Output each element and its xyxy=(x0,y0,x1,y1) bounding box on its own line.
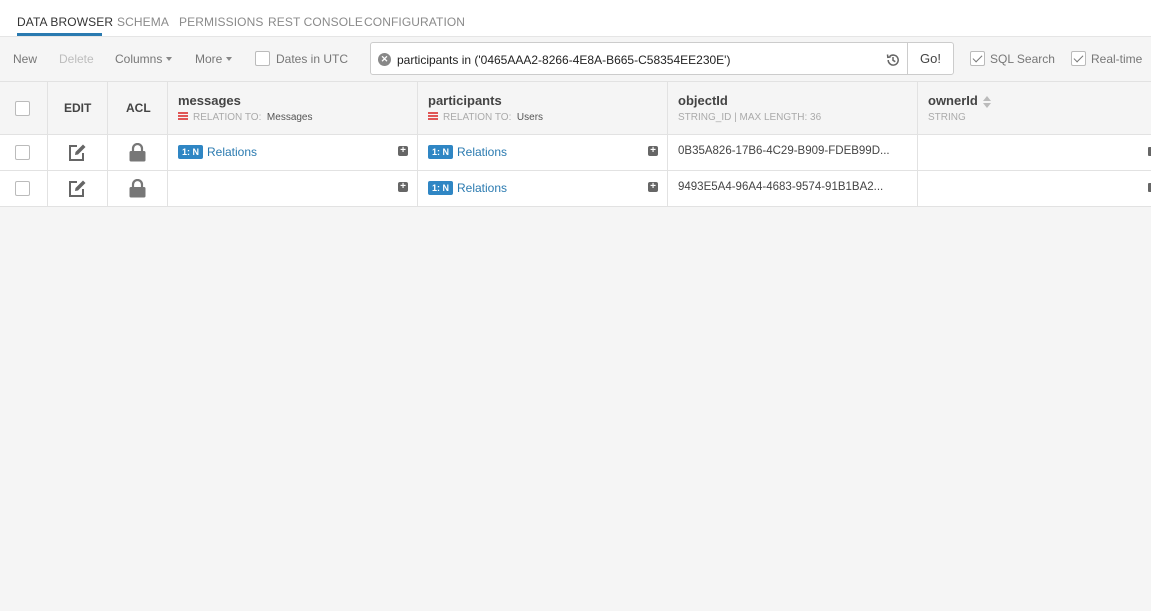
search-input[interactable]: participants in ('0465AAA2-8266-4E8A-B66… xyxy=(397,53,730,67)
relation-badge: 1: N xyxy=(428,145,454,159)
columns-dropdown[interactable]: Columns xyxy=(115,52,173,66)
object-id-cell[interactable]: 9493E5A4-96A4-4683-9574-91B1BA2... xyxy=(678,181,883,193)
row-checkbox[interactable] xyxy=(15,181,30,196)
search-box[interactable]: ✕ participants in ('0465AAA2-8266-4E8A-B… xyxy=(370,42,908,75)
tab-configuration[interactable]: CONFIGURATION xyxy=(364,15,465,29)
plus-square-icon[interactable]: + xyxy=(398,146,408,156)
column-divider xyxy=(667,82,668,207)
relations-link[interactable]: Relations xyxy=(457,181,507,195)
column-subtitle-messages: RELATION TO: Messages xyxy=(178,112,313,123)
lock-icon[interactable] xyxy=(129,143,146,162)
go-button[interactable]: Go! xyxy=(907,42,954,75)
new-button[interactable]: New xyxy=(13,52,37,66)
realtime-label: Real-time xyxy=(1091,52,1143,66)
column-header-participants[interactable]: participants xyxy=(428,93,502,108)
tab-schema[interactable]: SCHEMA xyxy=(117,15,169,29)
relation-badge: 1: N xyxy=(428,181,454,195)
history-icon[interactable] xyxy=(885,52,901,68)
relation-badge: 1: N xyxy=(178,145,204,159)
row-checkbox[interactable] xyxy=(15,145,30,160)
lock-icon[interactable] xyxy=(129,179,146,198)
close-circle-icon[interactable]: ✕ xyxy=(378,53,391,66)
column-divider xyxy=(107,82,108,207)
column-subtitle-ownerid: STRING xyxy=(928,112,966,123)
table-row[interactable] xyxy=(0,171,1151,207)
chevron-down-icon xyxy=(166,56,173,61)
realtime-checkbox[interactable] xyxy=(1071,51,1086,66)
column-header-objectid[interactable]: objectId xyxy=(678,93,728,108)
tab-rest-console[interactable]: REST CONSOLE xyxy=(268,15,363,29)
edit-icon[interactable] xyxy=(67,179,87,198)
object-id-cell[interactable]: 0B35A826-17B6-4C29-B909-FDEB99D... xyxy=(678,145,890,157)
ownerid-label: ownerId xyxy=(928,93,978,108)
column-subtitle-objectid: STRING_ID | MAX LENGTH: 36 xyxy=(678,112,822,123)
columns-label: Columns xyxy=(115,52,163,66)
sql-search-checkbox[interactable] xyxy=(970,51,985,66)
column-divider xyxy=(47,82,48,207)
edit-icon[interactable] xyxy=(67,143,87,162)
dates-in-utc-checkbox[interactable] xyxy=(255,51,270,66)
column-header-messages[interactable]: messages xyxy=(178,93,241,108)
relation-icon xyxy=(428,112,438,121)
column-header-edit: EDIT xyxy=(64,101,92,115)
column-divider xyxy=(417,82,418,207)
dates-in-utc-label: Dates in UTC xyxy=(276,52,349,66)
tab-permissions[interactable]: PERMISSIONS xyxy=(179,15,263,29)
column-header-acl: ACL xyxy=(126,101,151,115)
more-dropdown[interactable]: More xyxy=(195,52,233,66)
more-label: More xyxy=(195,52,223,66)
relation-icon xyxy=(178,112,188,121)
tab-data-browser[interactable]: DATA BROWSER xyxy=(17,15,113,29)
sort-icon[interactable] xyxy=(982,95,991,108)
column-header-ownerid[interactable]: ownerId xyxy=(928,93,991,108)
column-subtitle-participants: RELATION TO: Users xyxy=(428,112,543,123)
relations-link[interactable]: Relations xyxy=(457,145,507,159)
column-divider xyxy=(917,82,918,207)
table-row[interactable] xyxy=(0,135,1151,171)
delete-button[interactable]: Delete xyxy=(59,52,94,66)
plus-square-icon[interactable]: + xyxy=(398,182,408,192)
column-divider xyxy=(167,82,168,207)
plus-square-icon[interactable]: + xyxy=(648,182,658,192)
plus-square-icon[interactable]: + xyxy=(648,146,658,156)
select-all-checkbox[interactable] xyxy=(15,101,30,116)
chevron-down-icon xyxy=(226,56,233,61)
sql-search-label: SQL Search xyxy=(990,52,1055,66)
active-tab-indicator xyxy=(17,33,102,36)
top-tab-bar: DATA BROWSER SCHEMA PERMISSIONS REST CON… xyxy=(0,0,1151,37)
relations-link[interactable]: Relations xyxy=(207,145,257,159)
table-header xyxy=(0,82,1151,135)
